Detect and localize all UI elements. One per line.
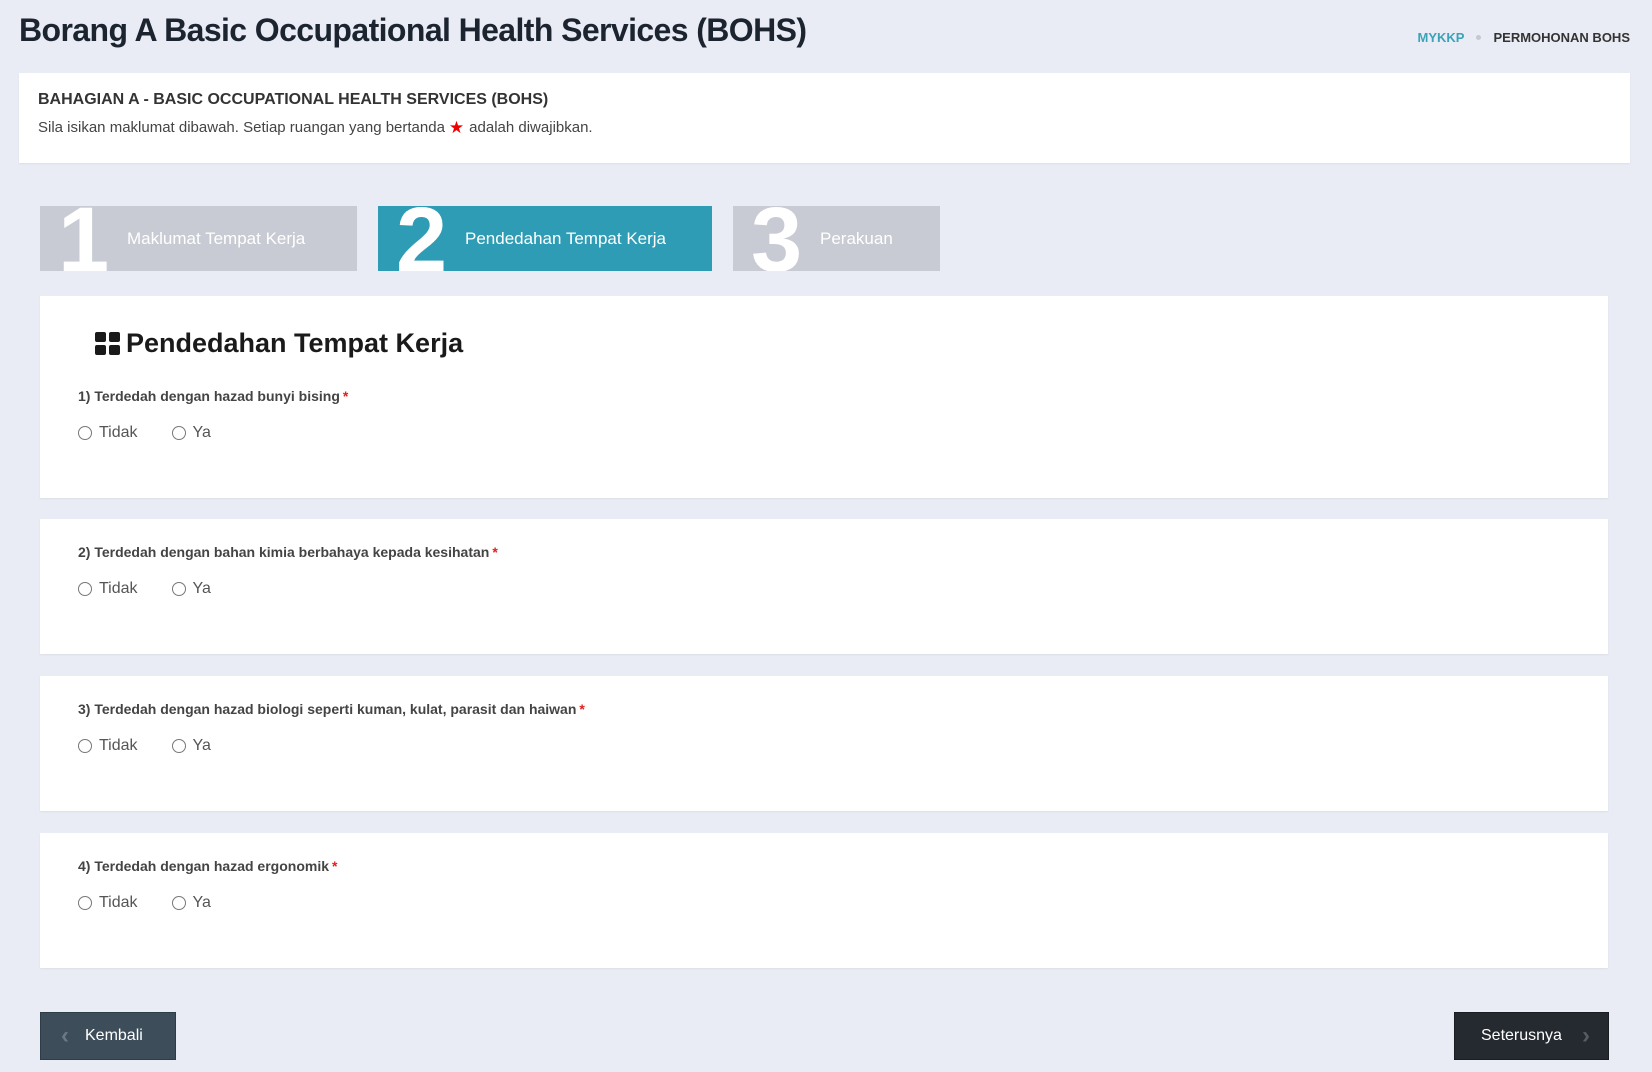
radio-label: Ya [192, 424, 211, 441]
step-number: 1 [58, 206, 110, 271]
page-title: Borang A Basic Occupational Health Servi… [19, 12, 807, 48]
form-title-text: Pendedahan Tempat Kerja [126, 328, 464, 358]
step-label: Maklumat Tempat Kerja [127, 229, 306, 248]
next-button-label: Seterusnya [1481, 1027, 1562, 1044]
radio-group: Tidak Ya [78, 580, 211, 598]
radio-button[interactable] [78, 426, 92, 440]
radio-group: Tidak Ya [78, 894, 211, 912]
question-text: 1) Terdedah dengan hazad bunyi bising [78, 388, 340, 404]
question-card-4: 4) Terdedah dengan hazad ergonomik * Tida… [40, 833, 1608, 968]
required-mark: * [492, 544, 498, 560]
section-header: BAHAGIAN A - BASIC OCCUPATIONAL HEALTH S… [19, 73, 1630, 163]
breadcrumb-separator [1476, 35, 1482, 40]
radio-option-tidak[interactable]: Tidak [78, 580, 138, 598]
radio-button[interactable] [78, 739, 92, 753]
radio-label: Ya [192, 894, 211, 911]
radio-option-ya[interactable]: Ya [171, 580, 211, 598]
question-text: 2) Terdedah dengan bahan kimia berbahaya… [78, 544, 490, 560]
radio-button[interactable] [171, 426, 186, 440]
star-icon: ★ [448, 118, 465, 137]
radio-button[interactable] [78, 582, 92, 596]
radio-label: Tidak [99, 894, 138, 911]
radio-label: Tidak [99, 424, 138, 441]
question-label: 1) Terdedah dengan hazad bunyi bising * [78, 388, 348, 404]
question-label: 2) Terdedah dengan bahan kimia berbahaya… [78, 544, 498, 560]
form-title: Pendedahan Tempat Kerja [95, 328, 463, 359]
radio-button[interactable] [171, 739, 186, 753]
breadcrumb-current: PERMOHONAN BOHS [1493, 30, 1630, 45]
radio-button[interactable] [171, 582, 186, 596]
question-label: 3) Terdedah dengan hazad biologi seperti… [78, 701, 585, 717]
radio-option-ya[interactable]: Ya [171, 737, 211, 755]
section-title: BAHAGIAN A - BASIC OCCUPATIONAL HEALTH S… [38, 91, 549, 108]
radio-label: Tidak [99, 737, 138, 754]
radio-option-tidak[interactable]: Tidak [78, 737, 138, 755]
radio-button[interactable] [171, 896, 186, 910]
step-number: 2 [396, 206, 448, 271]
chevron-left-icon: ‹ [61, 1022, 69, 1049]
next-button[interactable]: Seterusnya › [1454, 1012, 1609, 1060]
radio-option-tidak[interactable]: Tidak [78, 424, 138, 442]
required-mark: * [579, 701, 585, 717]
th-large-icon [95, 332, 120, 355]
radio-option-tidak[interactable]: Tidak [78, 894, 138, 912]
question-text: 3) Terdedah dengan hazad biologi seperti… [78, 701, 577, 717]
step-label: Perakuan [820, 229, 893, 248]
back-button[interactable]: ‹ Kembali [40, 1012, 176, 1060]
section-desc-before: Sila isikan maklumat dibawah. Setiap rua… [38, 119, 445, 136]
section-description: Sila isikan maklumat dibawah. Setiap rua… [38, 119, 1611, 136]
question-label: 4) Terdedah dengan hazad ergonomik * [78, 858, 337, 874]
breadcrumb: MYKKP PERMOHONAN BOHS [1418, 30, 1630, 45]
required-mark: * [342, 388, 349, 404]
radio-option-ya[interactable]: Ya [171, 424, 211, 442]
back-button-label: Kembali [85, 1027, 143, 1044]
required-mark: * [332, 858, 338, 874]
radio-group: Tidak Ya [78, 424, 211, 442]
section-desc-after: adalah diwajibkan. [469, 119, 593, 136]
radio-option-ya[interactable]: Ya [171, 894, 211, 912]
step-number: 3 [751, 206, 803, 271]
step-1[interactable]: 1 Maklumat Tempat Kerja [40, 206, 357, 271]
step-3[interactable]: 3 Perakuan [733, 206, 940, 271]
radio-label: Ya [192, 737, 211, 754]
chevron-right-icon: › [1581, 1022, 1590, 1049]
radio-label: Tidak [99, 580, 138, 597]
step-2[interactable]: 2 Pendedahan Tempat Kerja [378, 206, 712, 271]
radio-label: Ya [192, 580, 211, 597]
question-card-1: Pendedahan Tempat Kerja 1) Terdedah deng… [40, 296, 1608, 498]
breadcrumb-link-mykkp[interactable]: MYKKP [1418, 30, 1465, 45]
question-card-3: 3) Terdedah dengan hazad biologi seperti… [40, 676, 1608, 811]
question-card-2: 2) Terdedah dengan bahan kimia berbahaya… [40, 519, 1608, 654]
question-text: 4) Terdedah dengan hazad ergonomik [78, 858, 330, 874]
step-label: Pendedahan Tempat Kerja [465, 229, 667, 248]
radio-group: Tidak Ya [78, 737, 211, 755]
radio-button[interactable] [78, 896, 92, 910]
